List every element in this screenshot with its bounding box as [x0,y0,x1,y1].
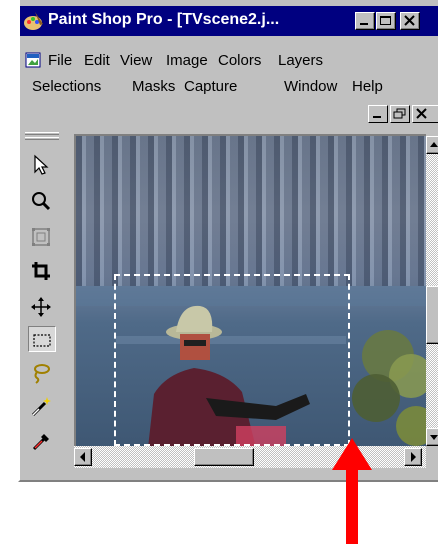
mover-icon [31,297,51,317]
window-title: Paint Shop Pro - [TVscene2.j... [48,11,280,28]
menu-window[interactable]: Window [284,78,337,95]
selection-rectangle-icon [33,334,51,347]
mover-tool[interactable] [28,294,56,320]
paint-shop-pro-icon [24,12,43,30]
close-icon [404,15,415,26]
freehand-lasso-icon [34,364,50,384]
menu-help[interactable]: Help [352,78,383,95]
doc-minimize-button[interactable] [368,105,388,123]
palette-grip[interactable] [25,137,59,140]
menu-bar-row-1: File Edit View Image Colors Layers [20,48,438,72]
selection-marquee[interactable] [114,274,350,446]
magic-wand-tool[interactable] [28,394,56,420]
title-bar[interactable]: Paint Shop Pro - [TVscene2.j... [20,6,438,36]
document-icon[interactable] [24,51,42,69]
scroll-down-button[interactable] [426,428,438,446]
minimize-icon [373,116,381,118]
restore-icon [393,108,406,119]
minimize-icon [360,23,368,25]
arrow-icon [34,154,49,175]
minimize-button[interactable] [355,12,375,30]
scroll-up-button[interactable] [426,136,438,154]
menu-edit[interactable]: Edit [84,52,110,69]
close-button[interactable] [400,12,420,30]
deformation-icon [32,228,50,246]
menu-capture[interactable]: Capture [184,78,237,95]
zoom-tool[interactable] [28,188,56,214]
menu-layers[interactable]: Layers [278,52,323,69]
red-pointer-arrow-icon [332,438,372,544]
vertical-scroll-thumb[interactable] [426,286,438,344]
doc-close-button[interactable] [412,105,438,123]
menu-view[interactable]: View [120,52,152,69]
maximize-icon [380,16,391,25]
maximize-button[interactable] [376,12,396,30]
crop-icon [32,262,50,280]
horizontal-scroll-thumb[interactable] [194,448,254,466]
scroll-right-button[interactable] [404,448,422,466]
arrow-tool[interactable] [28,152,56,178]
palette-grip[interactable] [25,132,59,135]
menu-image[interactable]: Image [166,52,208,69]
doc-restore-button[interactable] [390,105,410,123]
arrow-left-icon [80,452,85,462]
dropper-icon [32,434,49,451]
menu-bar-row-2: Selections Masks Capture Window Help [20,74,438,98]
image-canvas[interactable] [74,134,426,446]
dropper-tool[interactable] [28,428,56,454]
menu-selections[interactable]: Selections [32,78,101,95]
zoom-icon [32,192,51,211]
tool-palette [22,128,60,480]
freehand-tool[interactable] [28,360,56,386]
scroll-left-button[interactable] [74,448,92,466]
arrow-down-icon [430,435,438,440]
arrow-right-icon [411,452,416,462]
menu-file[interactable]: File [48,52,72,69]
selection-tool[interactable] [28,326,56,352]
menu-masks[interactable]: Masks [132,78,175,95]
magic-wand-icon [31,397,51,417]
crop-tool[interactable] [28,258,56,284]
menu-colors[interactable]: Colors [218,52,261,69]
deformation-tool[interactable] [28,224,56,250]
vertical-scrollbar[interactable] [426,136,438,446]
paint-shop-pro-window: Paint Shop Pro - [TVscene2.j... File Edi… [18,0,438,482]
arrow-up-icon [430,142,438,147]
tv-scene-image [76,136,426,446]
close-icon [416,108,427,119]
